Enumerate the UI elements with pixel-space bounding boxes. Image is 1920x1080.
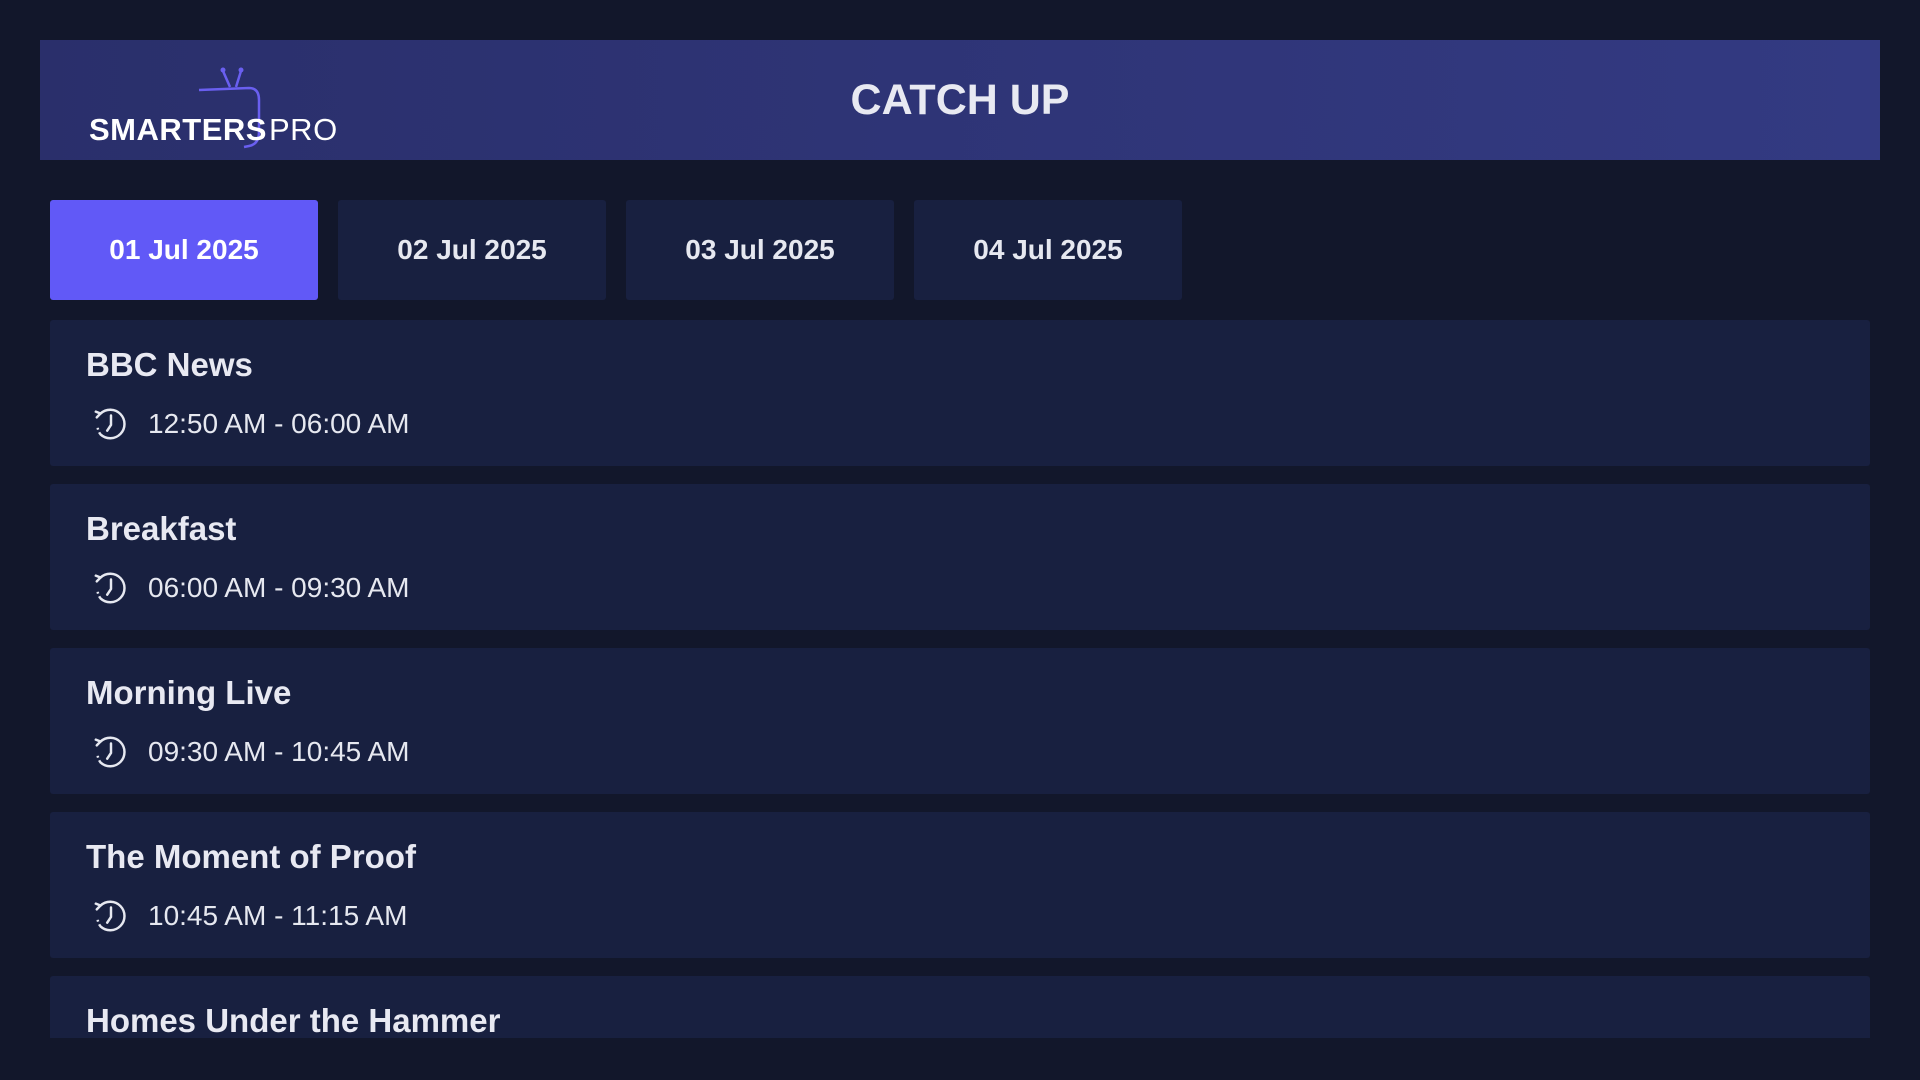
- program-time-row: 09:30 AM - 10:45 AM: [92, 732, 410, 772]
- date-tab-03-jul[interactable]: 03 Jul 2025: [626, 200, 894, 300]
- header-bar: SMARTERS PRO CATCH UP: [40, 40, 1880, 160]
- history-icon: [94, 900, 126, 932]
- program-time: 06:00 AM - 09:30 AM: [148, 572, 410, 603]
- program-item[interactable]: The Moment of Proof 10:45 AM - 11:15 AM: [50, 812, 1870, 958]
- history-icon: [94, 408, 126, 440]
- program-time: 10:45 AM - 11:15 AM: [148, 900, 408, 931]
- program-time: 12:50 AM - 06:00 AM: [148, 408, 410, 439]
- program-item[interactable]: Breakfast 06:00 AM - 09:30 AM: [50, 484, 1870, 630]
- history-icon: [94, 572, 126, 604]
- date-tab-01-jul[interactable]: 01 Jul 2025: [50, 200, 318, 300]
- program-title: Morning Live: [86, 674, 292, 711]
- program-title: Breakfast: [86, 510, 237, 547]
- program-item[interactable]: BBC News 12:50 AM - 06:00 AM: [50, 320, 1870, 466]
- program-title: Homes Under the Hammer: [86, 1002, 501, 1038]
- program-title: The Moment of Proof: [86, 838, 416, 875]
- program-time: 09:30 AM - 10:45 AM: [148, 736, 410, 767]
- program-item[interactable]: Morning Live 09:30 AM - 10:45 AM: [50, 648, 1870, 794]
- program-time-row: 10:45 AM - 11:15 AM: [92, 896, 407, 936]
- page-title: CATCH UP: [850, 76, 1070, 124]
- program-time-row: 06:00 AM - 09:30 AM: [92, 568, 410, 608]
- program-item[interactable]: Homes Under the Hammer: [50, 976, 1870, 1038]
- date-tab-04-jul[interactable]: 04 Jul 2025: [914, 200, 1182, 300]
- program-list[interactable]: BBC News 12:50 AM - 06:00 AM Breakfast 0…: [50, 320, 1870, 1038]
- date-tabs: 01 Jul 2025 02 Jul 2025 03 Jul 2025 04 J…: [50, 200, 1182, 300]
- program-title: BBC News: [86, 346, 253, 383]
- program-time-row: 12:50 AM - 06:00 AM: [92, 404, 410, 444]
- catch-up-screen: SMARTERS PRO CATCH UP 01 Jul 2025 02 Jul…: [0, 0, 1920, 1080]
- date-tab-02-jul[interactable]: 02 Jul 2025: [338, 200, 606, 300]
- history-icon: [94, 736, 126, 768]
